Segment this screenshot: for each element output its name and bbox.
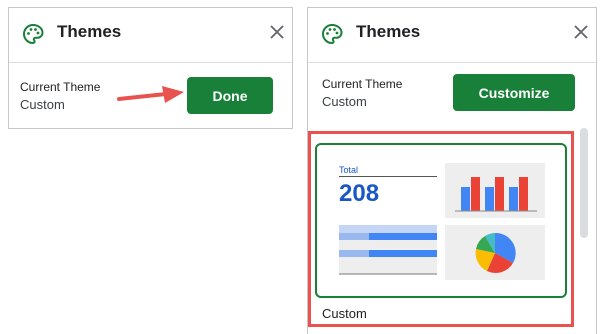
preview-table bbox=[339, 225, 437, 275]
preview-pie-chart bbox=[445, 225, 545, 280]
close-icon[interactable] bbox=[574, 25, 588, 39]
current-theme-value: Custom bbox=[20, 97, 65, 112]
panel-header: Themes bbox=[308, 8, 596, 63]
panel-title: Themes bbox=[57, 22, 122, 41]
done-button[interactable]: Done bbox=[187, 77, 273, 114]
palette-icon bbox=[23, 23, 44, 45]
palette-icon bbox=[322, 23, 343, 45]
close-icon[interactable] bbox=[270, 25, 284, 39]
themes-panel-left: Themes Current Theme Custom Done bbox=[8, 7, 293, 129]
theme-card-label: Custom bbox=[322, 306, 367, 321]
preview-total-value: 208 bbox=[339, 180, 380, 207]
customize-button[interactable]: Customize bbox=[453, 74, 575, 111]
current-theme-label: Current Theme bbox=[322, 77, 403, 91]
arrow-annotation bbox=[117, 86, 184, 103]
scrollbar[interactable] bbox=[580, 128, 588, 238]
preview-divider bbox=[339, 176, 437, 177]
current-theme-value: Custom bbox=[322, 94, 367, 109]
current-theme-label: Current Theme bbox=[20, 80, 101, 94]
panel-header: Themes bbox=[9, 8, 292, 63]
preview-bar-chart bbox=[445, 163, 545, 218]
panel-title: Themes bbox=[356, 22, 421, 41]
theme-card[interactable]: Total 208 bbox=[315, 143, 567, 298]
